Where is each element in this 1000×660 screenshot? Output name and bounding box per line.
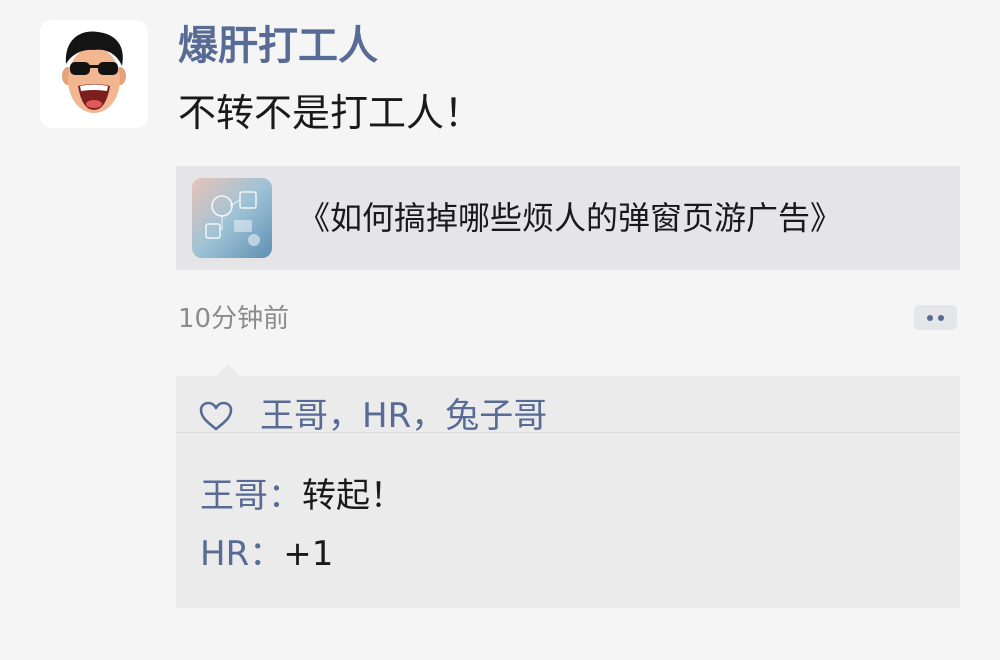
likes-comments-panel: 王哥，HR，兔子哥 王哥：转起！ HR：+1 xyxy=(176,364,960,608)
more-dots-icon xyxy=(927,315,933,321)
panel-pointer xyxy=(216,364,240,376)
comment-author[interactable]: 王哥： xyxy=(200,476,302,516)
more-dots-icon-dot xyxy=(938,315,944,321)
avatar-face-icon xyxy=(62,31,126,113)
comment-item[interactable]: HR：+1 xyxy=(200,530,333,578)
user-avatar[interactable] xyxy=(40,20,148,128)
link-title: 《如何搞掉哪些烦人的弹窗页游广告》 xyxy=(298,199,843,237)
shared-link-card[interactable]: 《如何搞掉哪些烦人的弹窗页游广告》 xyxy=(176,166,960,270)
comment-item[interactable]: 王哥：转起！ xyxy=(200,472,404,520)
post-username[interactable]: 爆肝打工人 xyxy=(178,18,378,74)
tech-collage-thumbnail xyxy=(192,178,272,258)
post-text: 不转不是打工人！ xyxy=(178,91,483,135)
likes-row: 王哥，HR，兔子哥 xyxy=(176,376,960,436)
more-options-button[interactable] xyxy=(914,305,957,330)
comment-author[interactable]: HR： xyxy=(200,534,283,574)
comment-text: +1 xyxy=(283,534,334,574)
heart-outline-icon[interactable] xyxy=(198,400,234,432)
post-timestamp: 10分钟前 xyxy=(178,304,290,334)
likes-comments-divider xyxy=(176,432,960,433)
comment-text: 转起！ xyxy=(302,476,404,516)
